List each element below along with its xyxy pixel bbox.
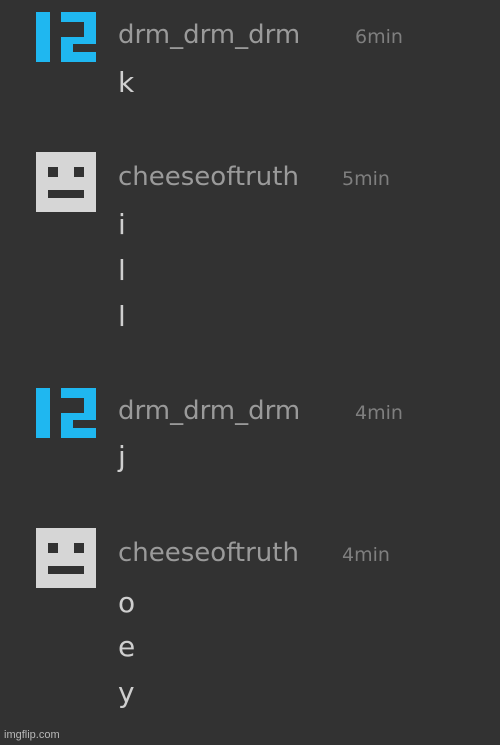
message-line: j (118, 440, 126, 473)
message-line: e (118, 630, 136, 663)
message-line: o (118, 586, 136, 619)
gray-face-avatar-icon[interactable] (36, 152, 96, 212)
gray-face-avatar-icon[interactable] (36, 528, 96, 588)
message-line: y (118, 676, 135, 709)
username[interactable]: drm_drm_drm (118, 18, 300, 52)
message-line: i (118, 208, 126, 241)
timestamp: 4min (355, 402, 403, 424)
timestamp: 6min (355, 26, 403, 48)
timestamp: 4min (342, 544, 390, 566)
username[interactable]: cheeseoftruth (118, 160, 299, 194)
username[interactable]: cheeseoftruth (118, 536, 299, 570)
timestamp: 5min (342, 168, 390, 190)
username[interactable]: drm_drm_drm (118, 394, 300, 428)
message-line: l (118, 254, 126, 287)
message-line: l (118, 300, 126, 333)
message-line: k (118, 66, 135, 99)
imgflip-watermark: imgflip.com (4, 729, 60, 741)
blue-block-avatar-icon[interactable] (36, 12, 96, 72)
blue-block-avatar-icon[interactable] (36, 388, 96, 448)
